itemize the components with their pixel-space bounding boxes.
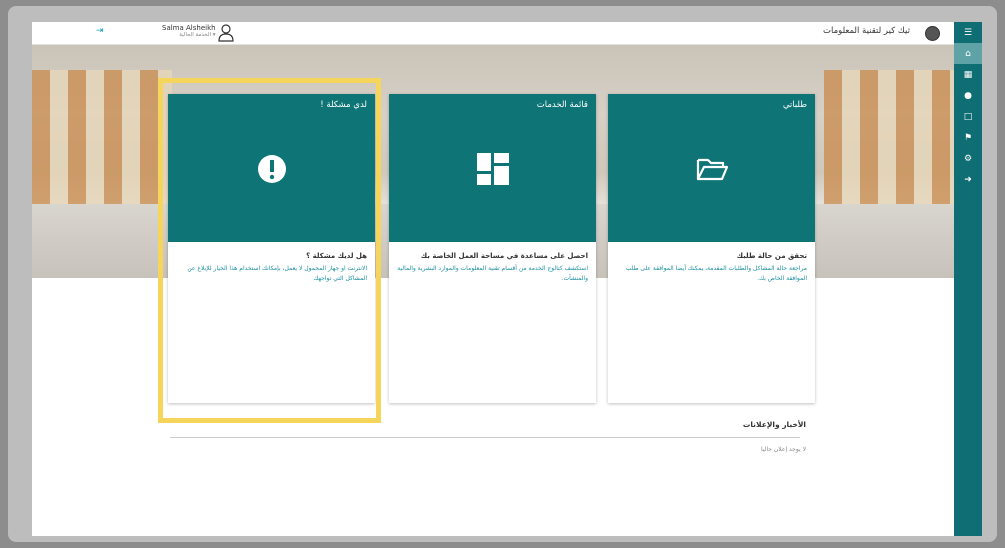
card-description: الانترنت او جهاز المحمول لا يعمل، بإمكان… (187, 265, 367, 282)
card-title: طلباتي (782, 100, 807, 110)
hero-arch-right (824, 70, 954, 220)
user-icon[interactable] (218, 24, 234, 42)
user-name: Salma Alsheikh (162, 24, 216, 32)
hero-arch-left (32, 70, 172, 220)
card-header: قائمة الخدمات (389, 94, 596, 242)
app-title: ثيك كير لتقنية المعلومات (823, 26, 910, 36)
card-report-problem[interactable]: لدي مشكلة ! هل لديك مشكلة ؟ الانترنت او … (168, 94, 375, 403)
folder-open-icon (696, 158, 728, 181)
logout-icon[interactable]: ➜ (954, 169, 982, 190)
card-header: لدي مشكلة ! (168, 94, 375, 242)
user-menu[interactable]: Salma Alsheikh الخدمة الحالية ▾ (162, 24, 216, 39)
card-title: قائمة الخدمات (536, 100, 588, 110)
card-body: تحقق من حالة طلبك مراجعة حالة المشاكل وا… (608, 242, 815, 284)
announce-icon[interactable]: ⚑ (954, 127, 982, 148)
card-header: طلباتي (608, 94, 815, 242)
card-description: استكشف كتالوج الخدمة من أقسام تقنية المع… (397, 265, 588, 282)
settings-icon[interactable]: ⚙ (954, 148, 982, 169)
app-logo (925, 26, 940, 41)
news-title: الأخبار والإعلانات (742, 420, 806, 429)
card-subtitle: هل لديك مشكلة ؟ (306, 252, 367, 260)
dashboard-tiles-icon (476, 153, 509, 185)
card-description: مراجعة حالة المشاكل والطلبات المقدمة، يم… (625, 265, 807, 282)
divider (170, 437, 800, 438)
menu-icon[interactable]: ☰ (954, 22, 982, 43)
user-role[interactable]: الخدمة الحالية ▾ (162, 32, 216, 39)
card-subtitle: احصل على مساعدة في مساحة العمل الخاصة بك (420, 252, 588, 260)
sidebar: ☰ ⌂ ▦ ● □ ⚑ ⚙ ➜ (954, 22, 982, 536)
card-service-catalog[interactable]: قائمة الخدمات احصل على مساعدة في مساحة ا… (389, 94, 596, 403)
news-empty-message: لا يوجد إعلان حاليا (760, 446, 806, 453)
dashboard-icon[interactable]: ▦ (954, 64, 982, 85)
top-bar: ⇥ Salma Alsheikh الخدمة الحالية ▾ ثيك كي… (32, 22, 954, 45)
folder-icon[interactable]: □ (954, 106, 982, 127)
card-my-requests[interactable]: طلباتي تحقق من حالة طلبك مراجعة حالة الم… (608, 94, 815, 403)
card-body: هل لديك مشكلة ؟ الانترنت او جهاز المحمول… (168, 242, 375, 284)
app-screen: ⇥ Salma Alsheikh الخدمة الحالية ▾ ثيك كي… (32, 22, 982, 536)
help-icon[interactable]: ● (954, 85, 982, 106)
card-body: احصل على مساعدة في مساحة العمل الخاصة بك… (389, 242, 596, 284)
card-title: لدي مشكلة ! (320, 100, 367, 110)
home-icon[interactable]: ⌂ (954, 43, 982, 64)
logout-icon[interactable]: ⇥ (96, 26, 104, 36)
exclamation-icon (257, 155, 286, 183)
card-subtitle: تحقق من حالة طلبك (736, 252, 807, 260)
